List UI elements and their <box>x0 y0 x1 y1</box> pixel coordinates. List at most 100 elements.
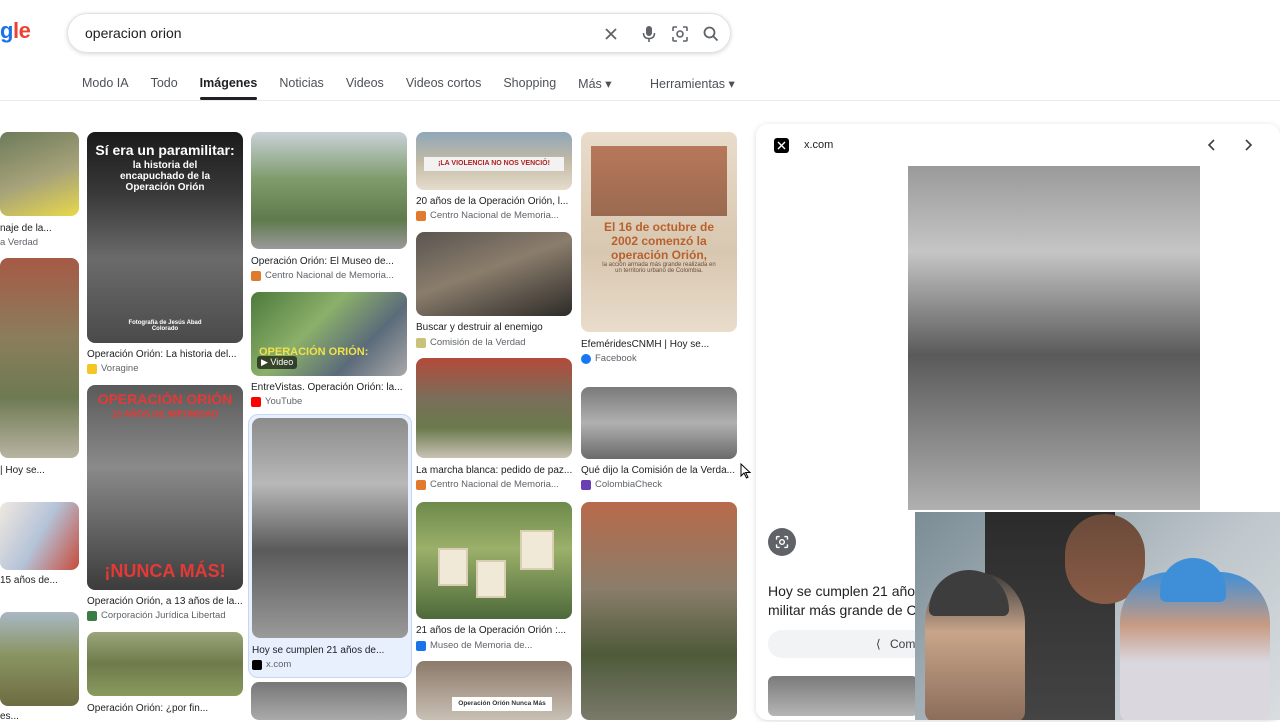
clear-icon[interactable] <box>599 22 623 46</box>
result-source[interactable]: Centro Nacional de Memoria... <box>251 270 394 281</box>
header-divider <box>0 100 1280 101</box>
overlay-title: OPERACIÓN ORIÓN <box>97 391 233 407</box>
overlay-subtitle: la historia del encapuchado de la Operac… <box>119 160 211 193</box>
result-caption[interactable]: EntreVistas. Operación Orión: la... <box>251 382 407 393</box>
cnmh-icon <box>416 210 426 221</box>
video-badge: ▶ Video <box>257 356 298 369</box>
x-icon <box>252 659 262 670</box>
result-caption[interactable]: La marcha blanca: pedido de paz... <box>416 465 572 476</box>
overlay-subtitle: la acción armada más grande realizada en… <box>602 262 716 274</box>
search-tabs: Modo IA Todo Imágenes Noticias Videos Vi… <box>82 76 634 100</box>
google-logo[interactable]: gle <box>0 18 31 44</box>
result-image[interactable] <box>581 387 737 459</box>
preview-image[interactable] <box>908 166 1200 510</box>
result-caption[interactable]: Operación Orión: ¿por fin... <box>87 703 243 714</box>
overlay-credit: Fotografía de Jesús Abad Colorado <box>128 320 202 332</box>
overlay-title: El 16 de octubre de 2002 comenzó la oper… <box>603 220 715 262</box>
result-image[interactable] <box>0 258 79 458</box>
portrait-photo <box>520 530 554 570</box>
result-caption[interactable]: Operación Orión: El Museo de... <box>251 256 407 267</box>
result-image[interactable] <box>416 502 572 619</box>
result-source[interactable]: Museo de Memoria de... <box>416 640 532 651</box>
result-caption[interactable]: 21 años de la Operación Orión :... <box>416 625 572 636</box>
result-caption[interactable]: 15 años de... <box>0 575 79 586</box>
result-source[interactable]: Comisión de la Verdad <box>416 337 526 348</box>
result-source[interactable]: Facebook <box>581 353 637 364</box>
tab-todo[interactable]: Todo <box>151 76 178 91</box>
colombiacheck-icon <box>581 479 591 490</box>
result-image[interactable] <box>416 358 572 458</box>
result-video-thumbnail[interactable]: OPERACIÓN ORIÓN: ▶ Video <box>251 292 407 376</box>
related-image[interactable] <box>768 676 918 716</box>
cjl-icon <box>87 610 97 621</box>
overlay-title: Sí era un paramilitar: <box>95 142 235 158</box>
search-icon[interactable] <box>699 22 723 46</box>
portrait-photo <box>476 560 506 598</box>
result-source[interactable]: YouTube <box>251 396 302 407</box>
lens-icon[interactable] <box>768 528 796 556</box>
result-image[interactable]: OPERACIÓN ORIÓN 13 AÑOS DE IMPUNIDAD ¡NU… <box>87 385 243 590</box>
preview-site[interactable]: x.com <box>804 139 833 151</box>
museo-icon <box>416 640 426 651</box>
result-caption[interactable]: EfeméridesCNMH | Hoy se... <box>581 339 737 350</box>
chevron-right-icon[interactable] <box>1242 138 1254 152</box>
result-image[interactable]: ¡LA VIOLENCIA NO NOS VENCIÓ! <box>416 132 572 190</box>
result-source[interactable]: Centro Nacional de Memoria... <box>416 479 559 490</box>
result-image[interactable] <box>0 502 79 570</box>
facebook-icon <box>581 353 591 364</box>
tab-shopping[interactable]: Shopping <box>503 76 556 91</box>
result-caption[interactable]: naje de la... <box>0 223 79 234</box>
search-input[interactable] <box>83 24 567 42</box>
overlay-slogan: ¡NUNCA MÁS! <box>104 561 226 581</box>
result-caption[interactable]: es... <box>0 711 79 722</box>
result-source[interactable]: Centro Nacional de Memoria... <box>416 210 559 221</box>
result-source[interactable]: ColombiaCheck <box>581 479 662 490</box>
tab-videos[interactable]: Videos <box>346 76 384 91</box>
result-source[interactable]: a Verdad <box>0 237 38 248</box>
result-caption[interactable]: | Hoy se... <box>0 465 79 476</box>
result-caption[interactable]: Qué dijo la Comisión de la Verda... <box>581 465 737 476</box>
result-image[interactable] <box>416 232 572 316</box>
tab-videos-cortos[interactable]: Videos cortos <box>406 76 482 91</box>
search-box[interactable] <box>67 13 731 53</box>
cap-blue <box>1160 558 1226 602</box>
banner-text: ¡LA VIOLENCIA NO NOS VENCIÓ! <box>424 157 564 171</box>
result-image[interactable]: Sí era un paramilitar: la historia del e… <box>87 132 243 343</box>
result-source[interactable]: Voragine <box>87 363 139 374</box>
tools-button[interactable]: Herramientas ▾ <box>650 76 735 91</box>
microphone-icon[interactable] <box>637 22 661 46</box>
result-image[interactable] <box>0 612 79 706</box>
photo-strip <box>591 146 727 216</box>
portrait-photo <box>438 548 468 586</box>
result-image[interactable] <box>252 418 408 638</box>
tab-modo-ia[interactable]: Modo IA <box>82 76 129 91</box>
result-source[interactable]: Corporación Jurídica Libertad <box>87 610 226 621</box>
banner-text: Operación Orión Nunca Más <box>452 697 552 711</box>
webcam-overlay <box>915 512 1280 720</box>
result-caption[interactable]: 20 años de la Operación Orión, l... <box>416 196 572 207</box>
result-source[interactable]: x.com <box>252 659 291 670</box>
chevron-left-icon[interactable] <box>1206 138 1218 152</box>
youtube-icon <box>251 396 261 407</box>
result-caption[interactable]: Buscar y destruir al enemigo <box>416 322 572 333</box>
voragine-icon <box>87 363 97 374</box>
x-icon <box>774 138 789 153</box>
cnmh-icon <box>416 479 426 490</box>
share-icon: ⟨ <box>876 637 881 651</box>
comision-icon <box>416 337 426 348</box>
result-caption[interactable]: Hoy se cumplen 21 años de... <box>252 645 408 656</box>
result-image[interactable] <box>87 632 243 696</box>
result-image[interactable] <box>0 132 79 216</box>
preview-title[interactable]: Hoy se cumplen 21 años militar más grand… <box>768 582 922 620</box>
lens-icon[interactable] <box>668 22 692 46</box>
result-caption[interactable]: Operación Orión, a 13 años de la... <box>87 596 243 607</box>
result-image[interactable] <box>251 682 407 720</box>
result-caption[interactable]: Operación Orión: La historia del... <box>87 349 243 360</box>
tab-noticias[interactable]: Noticias <box>279 76 323 91</box>
tab-imagenes[interactable]: Imágenes <box>199 76 257 100</box>
result-image[interactable] <box>581 502 737 720</box>
result-image[interactable]: Operación Orión Nunca Más <box>416 661 572 720</box>
tab-mas[interactable]: Más ▾ <box>578 76 611 91</box>
result-image[interactable] <box>251 132 407 249</box>
result-image[interactable]: El 16 de octubre de 2002 comenzó la oper… <box>581 132 737 332</box>
